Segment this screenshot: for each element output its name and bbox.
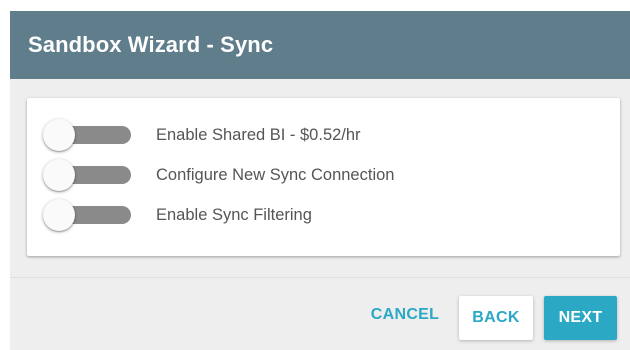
toggle-thumb (43, 119, 75, 151)
cancel-button[interactable]: CANCEL (362, 296, 448, 334)
option-row-shared-bi: Enable Shared BI - $0.52/hr (43, 117, 361, 153)
dialog-title: Sandbox Wizard - Sync (28, 32, 274, 57)
options-card: Enable Shared BI - $0.52/hr Configure Ne… (27, 98, 620, 256)
sync-connection-toggle[interactable] (43, 157, 131, 193)
shared-bi-toggle[interactable] (43, 117, 131, 153)
sync-connection-label: Configure New Sync Connection (156, 165, 395, 184)
option-row-sync-filtering: Enable Sync Filtering (43, 197, 312, 233)
sync-filtering-label: Enable Sync Filtering (156, 205, 312, 224)
next-button[interactable]: NEXT (544, 296, 617, 340)
option-row-sync-connection: Configure New Sync Connection (43, 157, 394, 193)
sync-filtering-toggle[interactable] (43, 197, 131, 233)
toggle-thumb (43, 159, 75, 191)
sandbox-wizard-dialog: Sandbox Wizard - Sync Enable Shared BI -… (10, 11, 630, 350)
back-button[interactable]: BACK (459, 296, 533, 340)
dialog-footer: CANCEL BACK NEXT (10, 277, 630, 350)
shared-bi-label: Enable Shared BI - $0.52/hr (156, 125, 361, 144)
dialog-header: Sandbox Wizard - Sync (10, 11, 630, 79)
toggle-thumb (43, 199, 75, 231)
